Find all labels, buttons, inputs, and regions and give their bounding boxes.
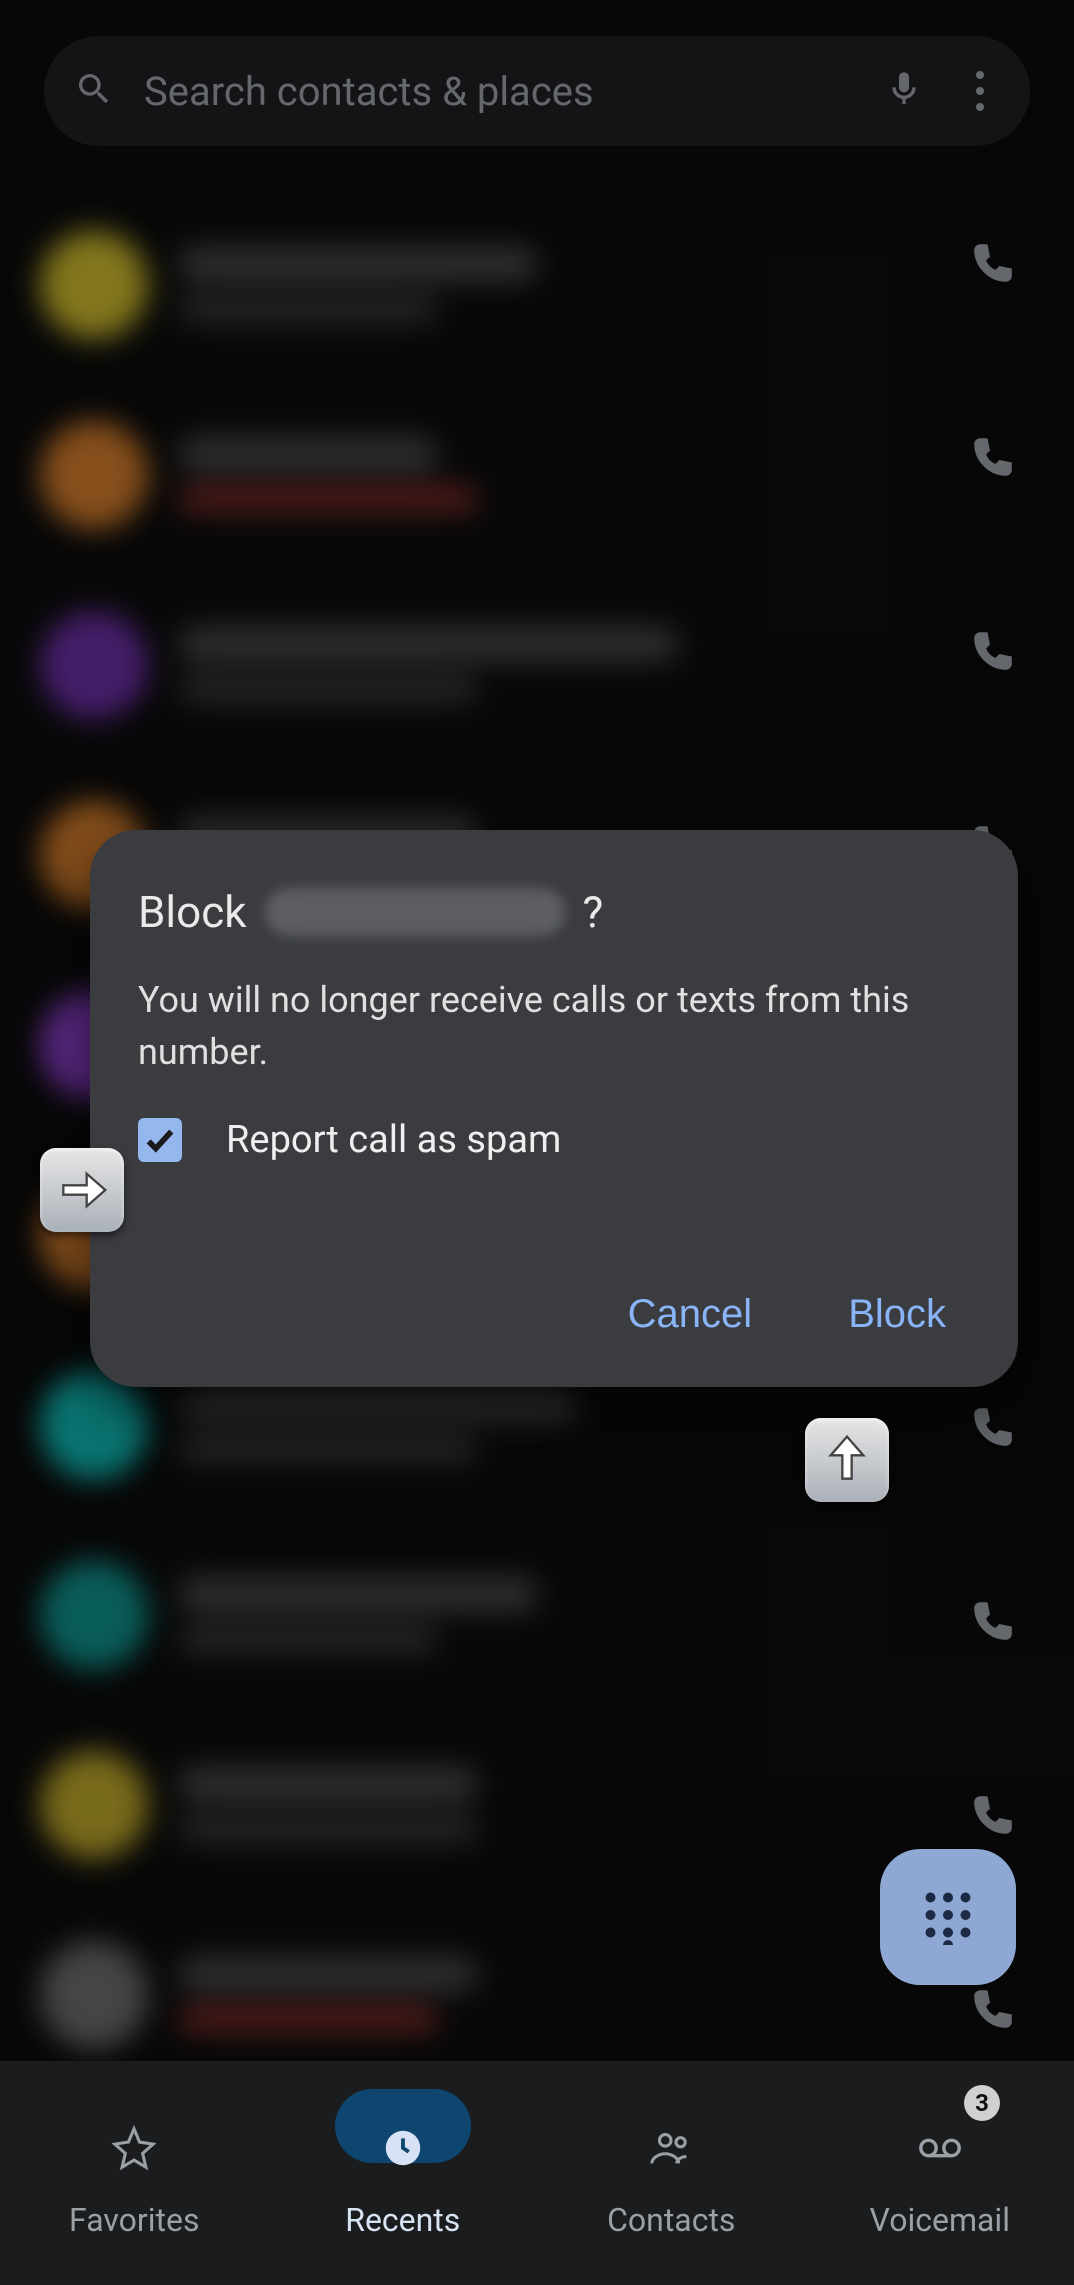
nav-favorites[interactable]: Favorites [0,2061,269,2285]
people-icon [648,2125,694,2175]
star-icon [111,2125,157,2175]
cancel-button[interactable]: Cancel [620,1282,761,1347]
nav-recents[interactable]: Recents [269,2061,538,2285]
bottom-nav: Favorites Recents Contacts 3 Voicemail [0,2061,1074,2285]
voicemail-icon [917,2125,963,2175]
dialog-title-suffix: ? [583,886,604,938]
nav-label: Contacts [607,2201,735,2239]
dialog-body: You will no longer receive calls or text… [138,974,970,1078]
nav-voicemail[interactable]: 3 Voicemail [806,2061,1074,2285]
annotation-arrow-right-icon [40,1148,124,1232]
dialpad-fab[interactable] [880,1849,1016,1985]
clock-icon [380,2125,426,2175]
annotation-arrow-up-icon [805,1418,889,1502]
report-spam-checkbox[interactable] [138,1118,182,1162]
dialog-title-prefix: Block [138,886,247,938]
dialpad-icon [918,1885,978,1949]
dialog-actions: Cancel Block [138,1282,970,1347]
nav-label: Recents [345,2201,460,2239]
nav-contacts[interactable]: Contacts [537,2061,806,2285]
block-button[interactable]: Block [840,1282,954,1347]
report-spam-row[interactable]: Report call as spam [138,1118,970,1162]
voicemail-badge: 3 [964,2085,1000,2121]
nav-label: Voicemail [870,2201,1010,2239]
dialog-title-number-redacted [265,888,565,936]
nav-label: Favorites [69,2201,199,2239]
dialog-title: Block ? [138,886,970,938]
block-number-dialog: Block ? You will no longer receive calls… [90,830,1018,1387]
report-spam-label: Report call as spam [226,1118,561,1162]
